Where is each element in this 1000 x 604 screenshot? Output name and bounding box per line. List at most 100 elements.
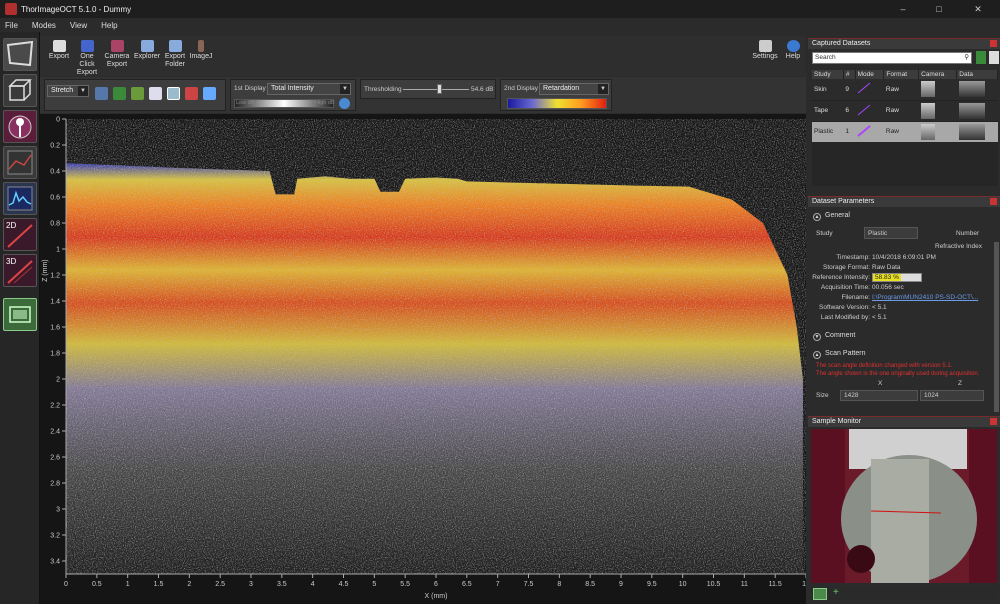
thresholding-label: Thresholding — [364, 86, 402, 93]
parameters-scrollbar[interactable] — [994, 242, 999, 412]
col-mode[interactable]: Mode — [855, 70, 885, 79]
scan-pattern-section-toggle[interactable]: ▲ Scan Pattern — [813, 349, 999, 359]
monitor-tool-icon[interactable] — [813, 588, 827, 600]
close-button[interactable]: ✕ — [960, 0, 996, 18]
stretch-select[interactable]: Stretch ▼ — [47, 85, 89, 97]
explorer-button[interactable]: Explorer — [132, 40, 162, 61]
x-tick-label: 2 — [187, 581, 191, 588]
low-db-label: Low dB — [236, 100, 255, 106]
help-button[interactable]: Help — [778, 40, 808, 61]
one-click-export-icon — [80, 40, 94, 52]
mode-probe-button[interactable] — [3, 110, 37, 143]
export-button[interactable]: Export — [44, 40, 74, 61]
x-tick-label: 6.5 — [462, 581, 472, 588]
settings-button[interactable]: Settings — [750, 40, 780, 61]
dataset-search-input[interactable]: Search ⚲ — [812, 52, 972, 64]
comment-section-toggle[interactable]: ▼ Comment — [813, 331, 999, 341]
y-axis-label: Z (mm) — [42, 259, 49, 282]
second-display-select[interactable]: Retardation ▼ — [539, 83, 609, 95]
flip-icon[interactable] — [203, 87, 216, 100]
sample-monitor-video[interactable] — [811, 429, 997, 583]
thresholding-slider-track[interactable] — [403, 89, 469, 90]
row-study: Plastic — [812, 121, 844, 143]
menu-view[interactable]: View — [70, 21, 87, 30]
table-row[interactable]: Skin 9 Raw — [812, 79, 998, 101]
study-field[interactable]: Plastic — [864, 227, 918, 239]
mode-scan-button[interactable] — [3, 146, 37, 179]
search-icon[interactable]: ⚲ — [964, 53, 969, 61]
import-icon[interactable] — [976, 51, 986, 64]
size-x-field[interactable]: 1428 — [840, 390, 918, 401]
refresh-icon[interactable] — [339, 98, 350, 109]
menu-file[interactable]: File — [5, 21, 18, 30]
y-tick-label: 1.4 — [50, 299, 60, 306]
x-tick-label: 4.5 — [339, 581, 349, 588]
menu-modes[interactable]: Modes — [32, 21, 56, 30]
mode-2d-button[interactable]: 2D — [3, 218, 37, 251]
x-tick-label: 2.5 — [215, 581, 225, 588]
imagej-button[interactable]: ImageJ — [186, 40, 216, 61]
thresholding-slider-thumb[interactable] — [437, 84, 443, 94]
col-camera[interactable]: Camera — [918, 70, 958, 79]
settings-label: Settings — [752, 53, 778, 60]
chevron-down-icon: ▼ — [78, 86, 88, 96]
mode-image-button[interactable] — [3, 298, 37, 331]
oct-bscan-svg[interactable]: 0 0.5 1 1.5 2 2.5 3 3.5 4 4.5 5 5.5 6 6.5 7 7.5 8 8.5 9 9.5… — [40, 114, 806, 604]
size-label: Size — [816, 392, 829, 399]
size-z-value: 1024 — [924, 392, 939, 399]
one-click-export-button[interactable]: One Click Export — [72, 40, 102, 77]
timestamp-label: Timestamp: — [836, 254, 870, 261]
menu-bar: File Modes View Help — [0, 18, 1000, 32]
col-study[interactable]: Study — [812, 70, 844, 79]
first-display-select[interactable]: Total Intensity ▼ — [267, 83, 351, 95]
crosshair-icon[interactable] — [95, 87, 108, 100]
mode-3d-button[interactable]: 3D — [3, 254, 37, 287]
scan-icon — [7, 150, 33, 175]
mode-2d-icon — [855, 100, 884, 122]
pin-icon[interactable] — [990, 40, 997, 47]
pan-icon[interactable] — [113, 87, 126, 100]
menu-help[interactable]: Help — [101, 21, 117, 30]
minimize-button[interactable]: – — [890, 0, 916, 18]
pin-icon[interactable] — [990, 418, 997, 425]
split-view-icon[interactable] — [167, 87, 180, 100]
table-row[interactable]: Tape 6 Raw — [812, 100, 998, 122]
x-tick-label: 8 — [557, 581, 561, 588]
y-tick-label: 1.6 — [50, 325, 60, 332]
sample-monitor-header: Sample Monitor — [808, 416, 1000, 427]
size-z-field[interactable]: 1024 — [920, 390, 984, 401]
pin-icon[interactable] — [990, 198, 997, 205]
col-number[interactable]: # — [843, 70, 856, 79]
datasets-table-header: Study # Mode Format Camera Data — [812, 70, 998, 79]
z-label: Z — [958, 380, 962, 387]
maximize-button[interactable]: □ — [926, 0, 952, 18]
zoom-icon[interactable] — [131, 87, 144, 100]
image-tools-group: Stretch ▼ — [44, 79, 226, 111]
x-tick-label: 7 — [496, 581, 500, 588]
general-details: Timestamp: 10/4/2018 6:09:01 PM Storage … — [808, 252, 1000, 402]
last-modified-value: < 5.1 — [872, 314, 887, 321]
spectrum-icon — [7, 186, 33, 211]
col-format[interactable]: Format — [883, 70, 920, 79]
right-panel: Captured Datasets Search ⚲ Study # Mode … — [808, 36, 1000, 604]
mode-3d-box-button[interactable] — [3, 74, 37, 107]
overlay-icon[interactable] — [149, 87, 162, 100]
cube-icon — [8, 79, 32, 101]
filename-link[interactable]: I:\Program\MUN2410 PS-SD-OCT\... — [872, 294, 998, 301]
x-tick-label: 5 — [372, 581, 376, 588]
camera-export-button[interactable]: Camera Export — [102, 40, 132, 69]
mode-2d-frame-button[interactable] — [3, 38, 37, 71]
camera-export-icon — [110, 40, 124, 52]
mode-spectrum-button[interactable] — [3, 182, 37, 215]
table-row[interactable]: Plastic 1 Raw — [812, 121, 998, 143]
color-mode-icon[interactable] — [185, 87, 198, 100]
add-monitor-button[interactable]: + — [833, 587, 839, 598]
last-modified-label: Last Modified by: — [820, 314, 870, 321]
oct-bscan-plot[interactable]: 0 0.5 1 1.5 2 2.5 3 3.5 4 4.5 5 5.5 6 6.5 7 7.5 8 8.5 9 9.5… — [40, 114, 806, 604]
dataset-options-icon[interactable] — [989, 51, 999, 64]
col-data[interactable]: Data — [956, 70, 998, 79]
general-section-toggle[interactable]: ▲ General — [813, 211, 999, 221]
y-tick-label: 2.8 — [50, 481, 60, 488]
display-controls-bar: Stretch ▼ 1st Display Total Intensity ▼ Lo… — [40, 77, 806, 113]
general-label: General — [825, 212, 850, 219]
